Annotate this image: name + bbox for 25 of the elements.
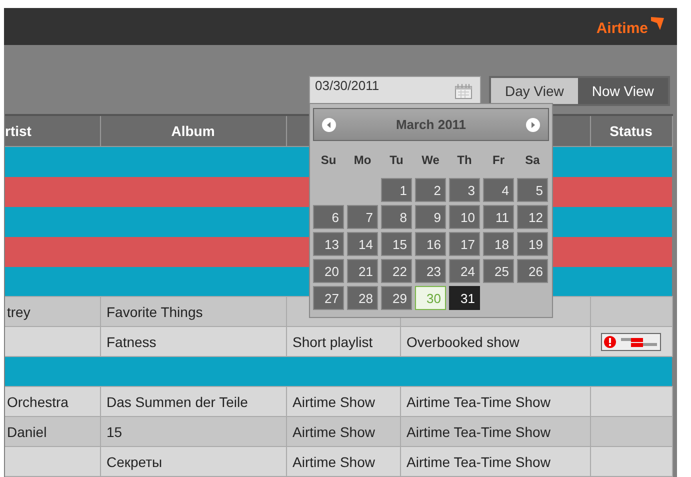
table-cell: Overbooked show (400, 326, 590, 356)
weekday-label: Th (456, 153, 473, 167)
month-title: March 2011 (396, 117, 466, 132)
table-cell: Секреты (100, 446, 286, 476)
table-cell: Short playlist (286, 326, 400, 356)
table-cell: Airtime Show (286, 416, 400, 446)
weekday-label: Sa (524, 153, 541, 167)
weekday-label: Mo (352, 153, 372, 167)
weekday-label: We (420, 153, 440, 167)
table-cell: Airtime Tea-Time Show (400, 416, 590, 446)
table-cell: Airtime Show (286, 446, 400, 476)
table-cell: Airtime Tea-Time Show (400, 446, 590, 476)
logo-text: Airtime (596, 20, 648, 37)
weekday-label: Su (320, 153, 338, 167)
table-cell: Favorite Things (100, 296, 286, 326)
table-cell: Das Summen der Teile (100, 386, 286, 416)
table-cell: Airtime Tea-Time Show (400, 386, 590, 416)
weekday-label: Fr (492, 153, 506, 167)
table-cell: 15 (100, 416, 286, 446)
table-cell: Fatness (100, 326, 286, 356)
table-cell: Orchestra (5, 386, 100, 416)
table-cell: Daniel (5, 416, 100, 446)
table-cell: trey (5, 296, 100, 326)
table-cell: Airtime Show (286, 386, 400, 416)
weekday-label: Tu (388, 153, 404, 167)
